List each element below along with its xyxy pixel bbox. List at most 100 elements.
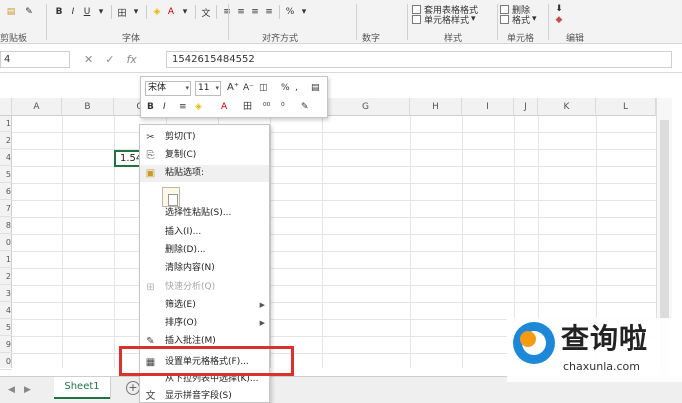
- sheet-tab[interactable]: Sheet1: [54, 377, 110, 399]
- next-sheet-icon[interactable]: ▶: [24, 385, 31, 395]
- menu-item-insert[interactable]: 插入(I)...: [140, 224, 269, 241]
- prev-sheet-icon[interactable]: ◀: [8, 385, 15, 395]
- chevron-down-icon: ▾: [185, 84, 189, 92]
- group-divider: [228, 4, 229, 40]
- mini-align-button[interactable]: ≡: [179, 100, 187, 114]
- currency-format-icon[interactable]: ◫: [259, 81, 268, 95]
- row-header[interactable]: 2: [0, 269, 12, 285]
- number-format-dropdown-icon[interactable]: ▾: [297, 5, 311, 19]
- fill-color-icon[interactable]: ◈: [150, 5, 164, 19]
- paste-area[interactable]: ▤: [4, 4, 18, 20]
- paste-icon[interactable]: ▤: [4, 5, 18, 19]
- indent-button[interactable]: ≡: [262, 5, 276, 19]
- increase-decimal-icon[interactable]: ⁰⁰: [263, 100, 270, 114]
- row-header[interactable]: 1: [0, 116, 12, 132]
- align-center-button[interactable]: ≡: [234, 5, 248, 19]
- row-header[interactable]: 6: [0, 184, 12, 200]
- formula-input[interactable]: 1542615484552: [166, 51, 672, 68]
- column-header[interactable]: J: [514, 98, 538, 116]
- grow-font-icon[interactable]: A⁺: [227, 81, 239, 95]
- grid-line: [12, 183, 656, 184]
- cell-style-button[interactable]: 单元格样式 ▾: [412, 11, 476, 27]
- italic-button[interactable]: I: [66, 5, 80, 19]
- row-header[interactable]: 2: [0, 133, 12, 149]
- cancel-icon[interactable]: ✕: [84, 53, 93, 66]
- column-headers: A B C D E F G H I J K L: [0, 98, 656, 116]
- font-size-select[interactable]: 11 ▾: [195, 81, 221, 96]
- watermark-title: 查询啦: [561, 322, 649, 355]
- menu-item-delete[interactable]: 删除(D)...: [140, 242, 269, 259]
- row-header[interactable]: 0: [0, 235, 12, 251]
- column-header[interactable]: A: [12, 98, 62, 116]
- mini-toolbar: 宋体 ▾ 11 ▾ A⁺ A⁻ ◫ % , ▤ B I ≡ ◈ A 田 ⁰⁰ ⁰…: [140, 76, 328, 118]
- paste-option-button[interactable]: [162, 187, 180, 207]
- font-color-button[interactable]: A: [164, 5, 178, 19]
- grid-line: [270, 116, 271, 368]
- group-label-number: 数字: [362, 34, 381, 44]
- row-header[interactable]: 4: [0, 303, 12, 319]
- column-header[interactable]: K: [538, 98, 596, 116]
- mini-bold-button[interactable]: B: [147, 100, 154, 114]
- row-header[interactable]: 8: [0, 218, 12, 234]
- enter-icon[interactable]: ✓: [105, 53, 114, 66]
- percent-button[interactable]: %: [283, 5, 297, 19]
- clear-format-icon[interactable]: ✎: [301, 100, 309, 114]
- font-name-select[interactable]: 宋体 ▾: [145, 81, 191, 96]
- name-box[interactable]: 4: [0, 51, 70, 68]
- percent-style-button[interactable]: %: [281, 81, 290, 95]
- grid-line: [12, 251, 656, 252]
- format-cells-button[interactable]: 格式 ▾: [500, 11, 537, 27]
- scissors-icon: ✂: [146, 132, 155, 143]
- underline-dropdown-icon[interactable]: ▾: [94, 5, 108, 19]
- column-header[interactable]: L: [596, 98, 656, 116]
- format-painter-icon[interactable]: ▤: [311, 81, 320, 95]
- group-label-styles: 样式: [444, 34, 463, 44]
- shrink-font-icon[interactable]: A⁻: [243, 81, 254, 95]
- row-header[interactable]: 7: [0, 201, 12, 217]
- column-header[interactable]: B: [62, 98, 114, 116]
- add-sheet-icon[interactable]: +: [126, 381, 140, 395]
- menu-item-clear-contents[interactable]: 清除内容(N): [140, 260, 269, 277]
- watermark-url: chaxunla.com: [563, 360, 640, 373]
- row-header[interactable]: 3: [0, 286, 12, 302]
- insert-function-button[interactable]: fx: [126, 53, 136, 66]
- row-header[interactable]: 9: [0, 337, 12, 353]
- row-header[interactable]: 1: [0, 252, 12, 268]
- menu-item-cut[interactable]: ✂ 剪切(T): [140, 129, 269, 146]
- row-header[interactable]: 0: [0, 354, 12, 370]
- separator: [111, 5, 112, 19]
- group-divider: [356, 4, 357, 40]
- format-painter-icon[interactable]: ✎: [22, 5, 36, 19]
- border-dropdown-icon[interactable]: ▾: [129, 5, 143, 19]
- mini-font-color-button[interactable]: A: [221, 100, 227, 114]
- underline-button[interactable]: U: [80, 5, 94, 19]
- format-icon: [500, 14, 509, 24]
- column-header[interactable]: H: [410, 98, 462, 116]
- decrease-decimal-icon[interactable]: ⁰: [281, 100, 285, 114]
- select-all-corner[interactable]: [0, 98, 12, 116]
- menu-item-paste-special[interactable]: 选择性粘贴(S)...: [140, 205, 269, 222]
- border-button[interactable]: 田: [115, 5, 129, 19]
- menu-item-filter[interactable]: 筛选(E) ▶: [140, 297, 269, 314]
- menu-item-show-phonetic[interactable]: 文 显示拼音字段(S): [140, 388, 269, 402]
- align-left-button[interactable]: ≡: [220, 5, 234, 19]
- mini-italic-button[interactable]: I: [163, 100, 166, 114]
- submenu-arrow-icon: ▶: [259, 319, 265, 327]
- grid-line: [12, 268, 656, 269]
- row-header[interactable]: 5: [0, 167, 12, 183]
- align-right-button[interactable]: ≡: [248, 5, 262, 19]
- row-header[interactable]: 5: [0, 320, 12, 336]
- row-header[interactable]: 4: [0, 150, 12, 166]
- grid-line: [12, 217, 656, 218]
- phonetic-button[interactable]: 文: [199, 5, 213, 19]
- border-icon[interactable]: 田: [243, 100, 252, 114]
- menu-item-copy[interactable]: ⎘ 复制(C): [140, 147, 269, 164]
- column-header[interactable]: G: [322, 98, 410, 116]
- comma-style-icon[interactable]: ,: [295, 81, 298, 95]
- font-color-dropdown-icon[interactable]: ▾: [178, 5, 192, 19]
- menu-item-sort[interactable]: 排序(O) ▶: [140, 315, 269, 332]
- column-header[interactable]: I: [462, 98, 514, 116]
- fill-color-icon[interactable]: ◈: [195, 100, 202, 114]
- bold-button[interactable]: B: [52, 5, 66, 19]
- clear-icon[interactable]: ◆: [552, 13, 566, 27]
